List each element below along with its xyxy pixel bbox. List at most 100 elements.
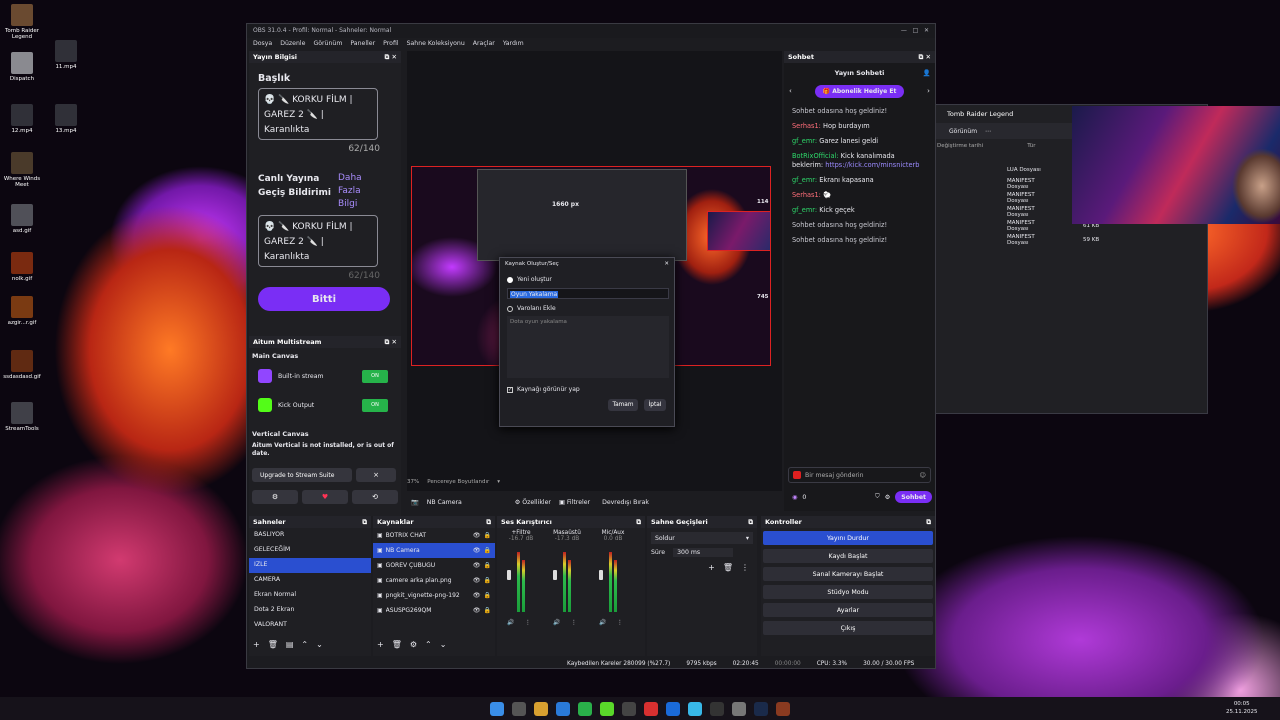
dock-controls-icon[interactable]: ⧉ ✕: [385, 338, 397, 346]
source-item[interactable]: ▣ ASUSPG269QM 👁 🔒: [373, 603, 495, 618]
kick-icon[interactable]: [600, 701, 614, 716]
output-toggle[interactable]: ON: [362, 369, 388, 383]
menu-item[interactable]: Araçlar: [473, 40, 495, 48]
source-item[interactable]: ▣ camere arka plan.png 👁 🔒: [373, 573, 495, 588]
dock-icon[interactable]: ⧉: [926, 518, 931, 526]
scene-item[interactable]: BASLIYOR: [249, 528, 371, 543]
edge-icon[interactable]: [556, 701, 570, 716]
title-input[interactable]: 💀 🔪 KORKU FİLM | GAREZ 2 🔪 | Karanlıkta: [258, 88, 378, 140]
column-date[interactable]: Değiştirme tarihi: [937, 143, 983, 149]
chat-username[interactable]: gf_emr:: [792, 137, 817, 145]
users-icon[interactable]: 👤: [923, 69, 931, 77]
speaker-icon[interactable]: 🔊: [553, 620, 560, 626]
chat-username[interactable]: Serhas1:: [792, 122, 821, 130]
chat-username[interactable]: BotRixOfficial:: [792, 152, 839, 160]
properties-button[interactable]: ⚙ Özellikler: [515, 499, 551, 506]
scene-item[interactable]: VALORANT: [249, 618, 371, 633]
dock-icon[interactable]: ⧉: [486, 518, 491, 526]
desktop-icon[interactable]: StreamTools: [2, 402, 42, 432]
desktop-icon[interactable]: nolk.gif: [2, 252, 42, 282]
volume-slider[interactable]: [553, 570, 557, 580]
chat-input[interactable]: Bir mesaj gönderin: [805, 472, 916, 479]
source-item[interactable]: ▣ pngkit_vignette-png-192 👁 🔒: [373, 588, 495, 603]
more-icon[interactable]: ⋮: [617, 620, 623, 626]
more-icon[interactable]: ⋯: [985, 128, 991, 135]
settings-gear-icon[interactable]: ⚙: [252, 490, 298, 504]
chat-username[interactable]: gf_emr:: [792, 176, 817, 184]
scene-item[interactable]: GELECEĞİM: [249, 543, 371, 558]
chevron-down-icon[interactable]: ▾: [497, 479, 500, 485]
volume-slider[interactable]: [599, 570, 603, 580]
app2-icon[interactable]: [666, 701, 680, 716]
app5-icon[interactable]: [776, 701, 790, 716]
lock-icon[interactable]: 🔒: [484, 592, 491, 599]
filter-icon[interactable]: ▤: [286, 640, 294, 649]
scene-item[interactable]: Dota 2 Ekran: [249, 603, 371, 618]
app-icon[interactable]: [644, 701, 658, 716]
more-info-link[interactable]: Daha Fazla Bilgi: [338, 172, 368, 211]
done-button[interactable]: Bitti: [258, 287, 390, 311]
start-icon[interactable]: [490, 701, 504, 716]
visible-checkbox[interactable]: ✓: [507, 386, 513, 393]
up-icon[interactable]: ⌃: [425, 640, 432, 649]
eye-icon[interactable]: 👁: [473, 562, 481, 569]
dock-icon[interactable]: ⧉: [748, 518, 753, 526]
existing-list[interactable]: Dota oyun yakalama: [507, 316, 669, 378]
desktop-icon[interactable]: asd.gif: [2, 204, 42, 234]
desktop-icon[interactable]: Tomb Raider Legend: [2, 4, 42, 40]
duration-input[interactable]: 300 ms: [673, 548, 734, 557]
scene-item[interactable]: CAMERA: [249, 573, 371, 588]
add-icon[interactable]: +: [708, 563, 715, 572]
obs-icon[interactable]: [622, 701, 636, 716]
steam-icon[interactable]: [754, 701, 768, 716]
radio-existing[interactable]: [507, 305, 513, 312]
refresh-icon[interactable]: ⟲: [352, 490, 398, 504]
source-item[interactable]: ▣ NB Camera 👁 🔒: [373, 543, 495, 558]
eye-icon[interactable]: 👁: [473, 592, 481, 599]
down-icon[interactable]: ⌄: [440, 640, 447, 649]
lock-icon[interactable]: 🔒: [484, 532, 491, 539]
control-button[interactable]: Kaydı Başlat: [763, 549, 933, 563]
xbox-icon[interactable]: [578, 701, 592, 716]
menu-item[interactable]: Dosya: [253, 40, 272, 48]
transition-select[interactable]: Soldur ▾: [651, 532, 753, 544]
control-button[interactable]: Çıkış: [763, 621, 933, 635]
speaker-icon[interactable]: 🔊: [507, 620, 514, 626]
obs-window[interactable]: OBS 31.0.4 - Profil: Normal - Sahneler: …: [246, 23, 936, 669]
desktop-icon[interactable]: ssdasdasd.gif: [2, 350, 42, 380]
control-button[interactable]: Yayını Durdur: [763, 531, 933, 545]
control-button[interactable]: Stüdyo Modu: [763, 585, 933, 599]
desktop-icon[interactable]: Dispatch: [2, 52, 42, 82]
source-item[interactable]: ▣ BOTRIX CHAT 👁 🔒: [373, 528, 495, 543]
chevron-right-icon[interactable]: ›: [927, 87, 930, 95]
chat-username[interactable]: Serhas1:: [792, 191, 821, 199]
file-row[interactable]: MANIFEST Dosyası 59 KB: [1007, 233, 1207, 247]
chat-link[interactable]: https://kick.com/minsnicterb: [825, 161, 919, 169]
ok-button[interactable]: Tamam: [608, 399, 638, 411]
add-icon[interactable]: +: [377, 640, 384, 649]
lock-icon[interactable]: 🔒: [484, 547, 491, 554]
lock-icon[interactable]: 🔒: [484, 607, 491, 614]
column-type[interactable]: Tür: [1027, 143, 1035, 149]
close-icon[interactable]: ✕: [664, 261, 669, 267]
scene-item[interactable]: IZLE: [249, 558, 371, 573]
source-item[interactable]: ▣ GÖREV ÇUBUĞU 👁 🔒: [373, 558, 495, 573]
dock-icon[interactable]: ⧉: [636, 518, 641, 526]
trash-icon[interactable]: 🗑: [723, 563, 733, 572]
existing-item[interactable]: Dota oyun yakalama: [510, 319, 567, 325]
menu-item[interactable]: Paneller: [350, 40, 375, 48]
chevron-left-icon[interactable]: ‹: [789, 87, 792, 95]
output-toggle[interactable]: ON: [362, 398, 388, 412]
lock-icon[interactable]: 🔒: [484, 577, 491, 584]
app3-icon[interactable]: [688, 701, 702, 716]
source-name-input[interactable]: Oyun Yakalama: [510, 291, 559, 298]
desktop-icon[interactable]: azgir...r.gif: [2, 296, 42, 326]
gear-icon[interactable]: ⚙: [885, 494, 891, 501]
chat-send-button[interactable]: Sohbet: [895, 491, 932, 503]
folder-icon[interactable]: [534, 701, 548, 716]
upgrade-button[interactable]: Upgrade to Stream Suite: [252, 468, 352, 482]
add-icon[interactable]: +: [253, 640, 260, 649]
filters-button[interactable]: ▣ Filtreler: [559, 499, 590, 506]
view-menu[interactable]: Görünüm: [949, 128, 977, 135]
notify-input[interactable]: 💀 🔪 KORKU FİLM | GAREZ 2 🔪 | Karanlıkta: [258, 215, 378, 267]
